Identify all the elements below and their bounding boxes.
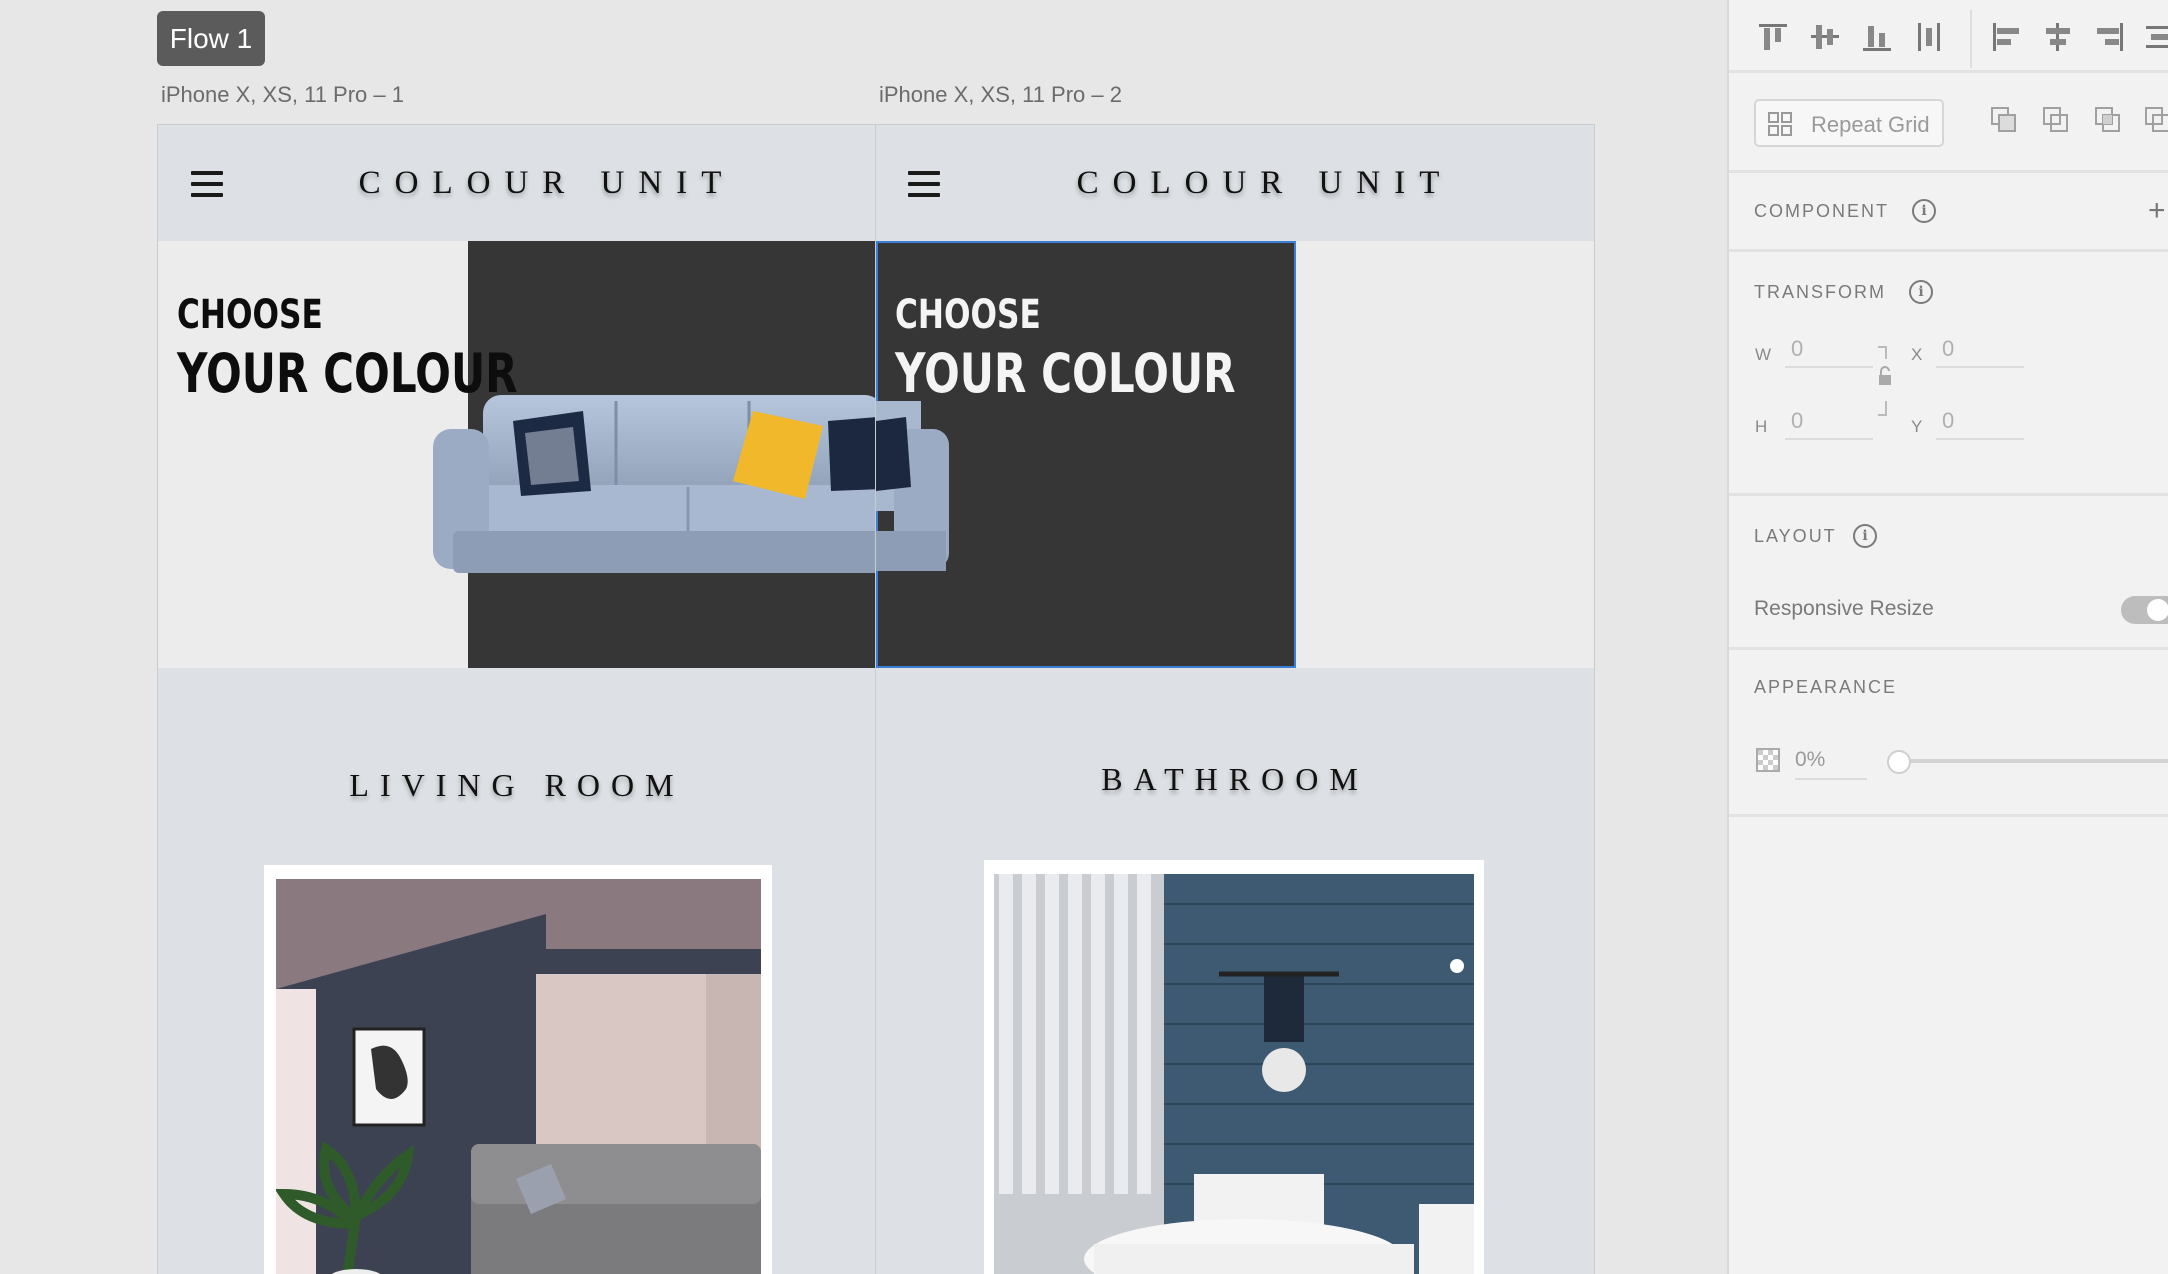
property-inspector: Repeat Grid COMPONENT i + TRANSFORM i W … — [1727, 0, 2168, 1274]
info-icon[interactable]: i — [1853, 524, 1877, 548]
y-value: 0 — [1942, 408, 1955, 433]
height-value: 0 — [1791, 408, 1804, 433]
artboard-2[interactable]: COLOUR UNIT CHOOSE YOUR COLOUR BATHROOM — [875, 124, 1595, 1274]
boolean-add-icon[interactable] — [1989, 105, 2019, 135]
height-field[interactable]: 0 — [1785, 408, 1873, 440]
align-top-icon[interactable] — [1756, 20, 1790, 54]
layout-section-label: LAYOUT — [1754, 526, 1837, 546]
width-field[interactable]: 0 — [1785, 336, 1873, 368]
living-room-photo — [276, 879, 761, 1274]
brand-title: COLOUR UNIT — [358, 165, 736, 201]
responsive-resize-toggle[interactable] — [2121, 596, 2168, 624]
sofa-overflow-image — [876, 401, 949, 571]
app-header: COLOUR UNIT — [876, 125, 1594, 241]
section-title: LIVING ROOM — [349, 767, 685, 803]
distribute-vertical-icon[interactable] — [1912, 20, 1946, 54]
responsive-resize-label: Responsive Resize — [1754, 597, 1934, 620]
align-middle-icon[interactable] — [1808, 20, 1842, 54]
flow-tag[interactable]: Flow 1 — [157, 11, 265, 66]
y-label: Y — [1911, 417, 1923, 436]
divider — [1729, 814, 2168, 817]
brand-title: COLOUR UNIT — [1076, 165, 1454, 201]
width-label: W — [1755, 345, 1772, 364]
hero-title-line1: CHOOSE — [895, 292, 1041, 338]
boolean-intersect-icon[interactable] — [2093, 105, 2123, 135]
opacity-slider-handle[interactable] — [1887, 750, 1911, 774]
repeat-grid-button[interactable]: Repeat Grid — [1754, 99, 1944, 147]
y-field[interactable]: 0 — [1936, 408, 2024, 440]
width-value: 0 — [1791, 336, 1804, 361]
x-value: 0 — [1942, 336, 1955, 361]
bathroom-card[interactable] — [984, 860, 1484, 1274]
hero-title-line1: CHOOSE — [177, 292, 323, 338]
divider — [1729, 493, 2168, 496]
align-bottom-icon[interactable] — [1860, 20, 1894, 54]
align-left-icon[interactable] — [1989, 20, 2023, 54]
transform-section-label: TRANSFORM — [1754, 282, 1886, 302]
hero-banner[interactable]: CHOOSE YOUR COLOUR — [876, 241, 1594, 668]
repeat-grid-label: Repeat Grid — [1811, 112, 1930, 137]
bathroom-photo — [994, 874, 1474, 1274]
design-canvas[interactable]: Flow 1 iPhone X, XS, 11 Pro – 1 iPhone X… — [0, 0, 1727, 1274]
x-label: X — [1911, 345, 1923, 364]
toggle-knob — [2147, 599, 2168, 621]
info-icon[interactable]: i — [1912, 199, 1936, 223]
opacity-slider-track[interactable] — [1892, 759, 2168, 763]
artboard-2-label[interactable]: iPhone X, XS, 11 Pro – 2 — [879, 82, 1122, 108]
lock-icon[interactable] — [1874, 345, 1894, 425]
hero-banner[interactable]: CHOOSE YOUR COLOUR — [158, 241, 876, 668]
toolbar-divider — [1970, 10, 1972, 68]
divider — [1729, 249, 2168, 252]
boolean-subtract-icon[interactable] — [2041, 105, 2071, 135]
plus-icon[interactable]: + — [2148, 196, 2166, 226]
info-icon[interactable]: i — [1909, 280, 1933, 304]
divider — [1729, 647, 2168, 650]
opacity-checker-icon — [1756, 748, 1780, 772]
boolean-exclude-icon[interactable] — [2143, 105, 2168, 135]
artboard-1[interactable]: COLOUR UNIT CHOOSE YOUR COLOUR LIVING RO… — [157, 124, 877, 1274]
appearance-section-label: APPEARANCE — [1754, 677, 1898, 697]
height-label: H — [1755, 417, 1768, 436]
artboard-1-label[interactable]: iPhone X, XS, 11 Pro – 1 — [161, 82, 404, 108]
component-section-label: COMPONENT — [1754, 201, 1889, 221]
opacity-field[interactable]: 0% — [1795, 744, 1867, 780]
divider — [1729, 170, 2168, 173]
distribute-horizontal-icon[interactable] — [2143, 20, 2168, 54]
divider — [1729, 70, 2168, 73]
opacity-value: 0% — [1795, 748, 1826, 771]
sofa-image — [433, 395, 876, 573]
x-field[interactable]: 0 — [1936, 336, 2024, 368]
align-right-icon[interactable] — [2093, 20, 2127, 54]
align-center-icon[interactable] — [2041, 20, 2075, 54]
section-title: BATHROOM — [1101, 761, 1369, 797]
repeat-grid-icon — [1768, 112, 1792, 136]
app-header: COLOUR UNIT — [158, 125, 876, 241]
living-room-card[interactable] — [264, 865, 772, 1274]
